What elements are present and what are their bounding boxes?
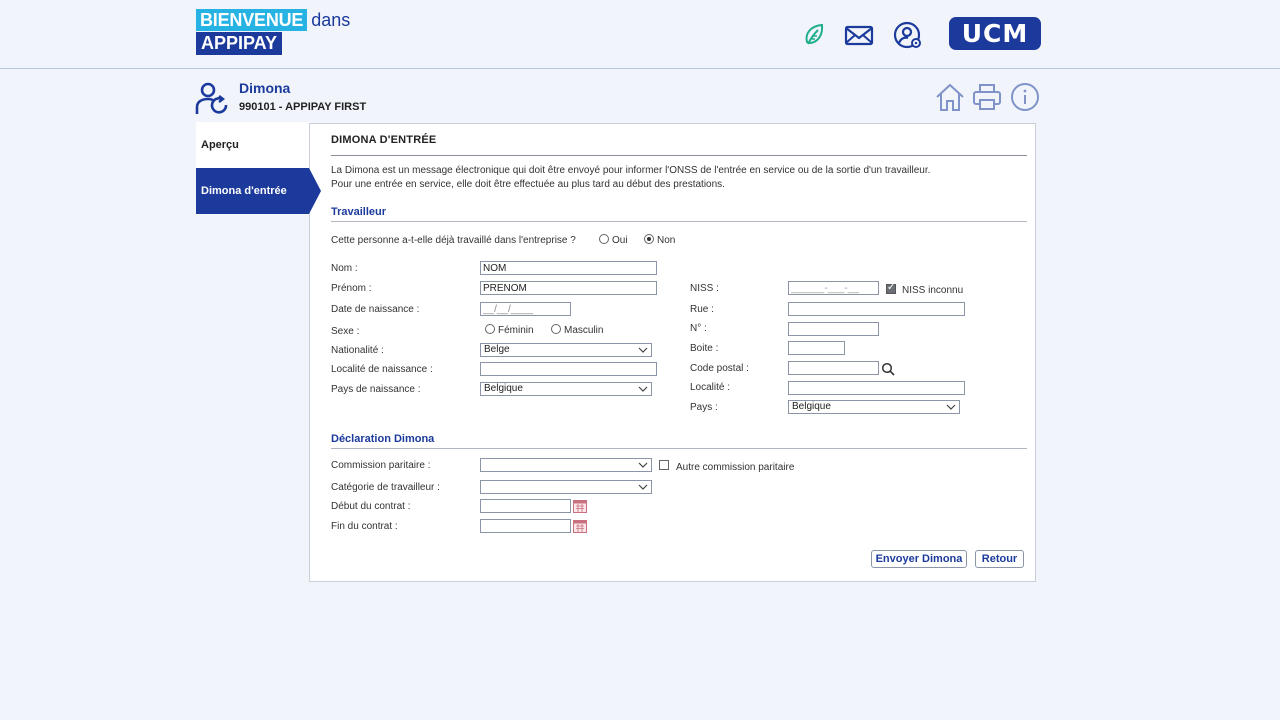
localite-input[interactable] (788, 381, 965, 395)
radio-oui[interactable] (599, 234, 609, 244)
radio-non-label: Non (657, 235, 676, 246)
radio-feminin-label: Féminin (498, 325, 534, 336)
debut-contrat-label: Début du contrat : (331, 501, 411, 512)
radio-masculin[interactable] (551, 324, 561, 334)
mail-icon[interactable] (844, 20, 874, 50)
autre-commission-label: Autre commission paritaire (676, 462, 795, 473)
chevron-down-icon (638, 347, 648, 353)
boite-label: Boite : (690, 343, 719, 354)
main-panel (309, 123, 1036, 582)
radio-oui-label: Oui (612, 235, 628, 246)
chevron-down-icon (638, 484, 648, 490)
pays-label: Pays : (690, 402, 718, 413)
section-title-travailleur: Travailleur (331, 206, 387, 218)
numero-input[interactable] (788, 322, 879, 336)
leaf-icon[interactable] (800, 20, 830, 50)
top-header: BIENVENUE dans APPIPAY UCM (0, 0, 1280, 69)
pays-value: Belgique (792, 401, 831, 412)
sidebar-item-label: Aperçu (201, 139, 239, 151)
welcome-label: BIENVENUE (196, 9, 308, 31)
user-settings-icon[interactable] (893, 20, 923, 50)
categorie-select[interactable] (480, 480, 652, 494)
niss-label: NISS : (690, 283, 719, 294)
pays-naissance-select[interactable]: Belgique (480, 382, 652, 396)
pays-select[interactable]: Belgique (788, 400, 960, 414)
localite-label: Localité : (690, 382, 731, 393)
numero-label: N° : (690, 323, 707, 334)
chevron-down-icon (946, 404, 956, 410)
code-postal-label: Code postal : (690, 363, 749, 374)
calendar-icon[interactable] (573, 500, 587, 513)
boite-input[interactable] (788, 341, 845, 355)
welcome-banner: BIENVENUE dans (196, 9, 350, 31)
home-icon[interactable] (935, 82, 965, 112)
localite-naissance-label: Localité de naissance : (331, 364, 433, 375)
ucm-logo[interactable]: UCM (949, 17, 1041, 50)
employee-name: Dimona (239, 80, 291, 96)
niss-input[interactable] (788, 281, 879, 295)
nationalite-value: Belge (484, 344, 510, 355)
person-refresh-icon (195, 82, 228, 114)
print-icon[interactable] (972, 82, 1002, 112)
info-icon[interactable] (1010, 82, 1040, 112)
autre-commission-checkbox[interactable] (659, 460, 669, 470)
worked-before-question: Cette personne a-t-elle déjà travaillé d… (331, 235, 576, 246)
pays-naissance-label: Pays de naissance : (331, 384, 421, 395)
intro-text-1: La Dimona est un message électronique qu… (331, 165, 931, 176)
divider (331, 155, 1027, 156)
debut-contrat-input[interactable] (480, 499, 571, 513)
chevron-down-icon (638, 462, 648, 468)
niss-inconnu-label: NISS inconnu (902, 285, 964, 296)
radio-non[interactable] (644, 234, 654, 244)
rue-input[interactable] (788, 302, 965, 316)
chevron-down-icon (638, 386, 648, 392)
prenom-input[interactable] (480, 281, 657, 295)
page-title: DIMONA D'ENTRÉE (331, 134, 437, 146)
date-naissance-input[interactable] (480, 302, 571, 316)
search-icon[interactable] (881, 362, 895, 376)
employee-subtitle: 990101 - APPIPAY FIRST (239, 101, 367, 113)
localite-naissance-input[interactable] (480, 362, 657, 376)
nom-input[interactable] (480, 261, 657, 275)
code-postal-input[interactable] (788, 361, 879, 375)
intro-text-2: Pour une entrée en service, elle doit êt… (331, 179, 725, 190)
nom-label: Nom : (331, 263, 358, 274)
divider (331, 221, 1027, 222)
dans-label: dans (311, 10, 351, 30)
date-naissance-label: Date de naissance : (331, 304, 420, 315)
radio-masculin-label: Masculin (564, 325, 604, 336)
sidebar-item-label: Dimona d'entrée (201, 185, 287, 197)
sidebar-item-dimona-entree[interactable]: Dimona d'entrée (196, 168, 310, 214)
niss-inconnu-checkbox[interactable] (886, 282, 896, 294)
nationalite-select[interactable]: Belge (480, 343, 652, 357)
prenom-label: Prénom : (331, 283, 372, 294)
nationalite-label: Nationalité : (331, 345, 384, 356)
fin-contrat-input[interactable] (480, 519, 571, 533)
radio-feminin[interactable] (485, 324, 495, 334)
envoyer-dimona-button[interactable]: Envoyer Dimona (871, 550, 967, 568)
pays-naissance-value: Belgique (484, 383, 523, 394)
commission-select[interactable] (480, 458, 652, 472)
rue-label: Rue : (690, 304, 714, 315)
divider (331, 448, 1027, 449)
commission-label: Commission paritaire : (331, 460, 431, 471)
retour-button[interactable]: Retour (975, 550, 1024, 568)
sexe-label: Sexe : (331, 326, 360, 337)
sidebar-item-apercu[interactable]: Aperçu (196, 122, 310, 168)
calendar-icon[interactable] (573, 520, 587, 533)
section-title-declaration: Déclaration Dimona (331, 433, 435, 445)
categorie-label: Catégorie de travailleur : (331, 482, 440, 493)
active-tab-arrow (309, 168, 321, 214)
fin-contrat-label: Fin du contrat : (331, 521, 398, 532)
brand-label: APPIPAY (196, 32, 283, 55)
